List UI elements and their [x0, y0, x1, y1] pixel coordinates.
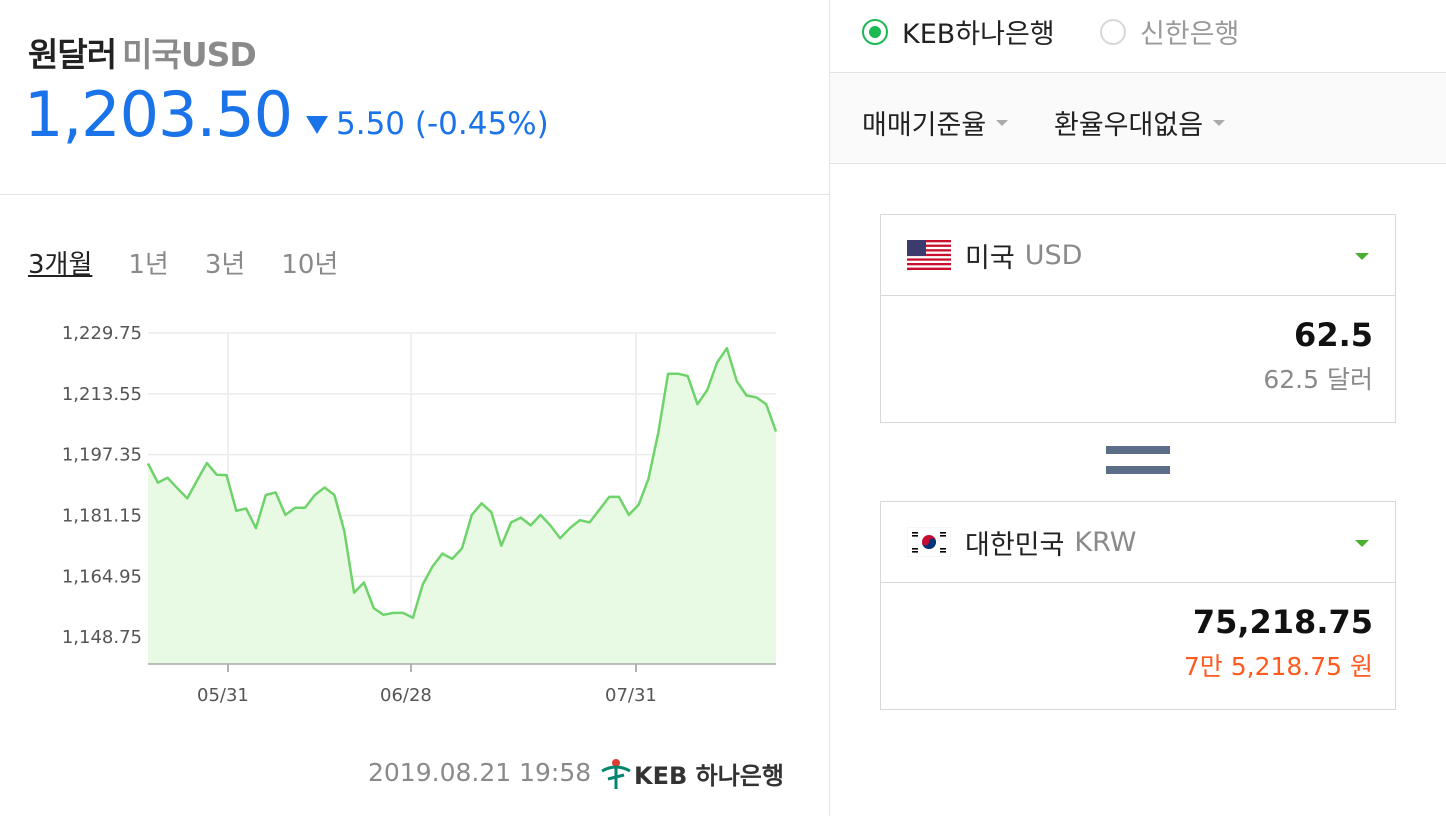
rate-type-select[interactable]: 매매기준율 — [862, 103, 1009, 142]
y-tick-label: 1,148.75 — [62, 627, 142, 648]
rate-options: 매매기준율 환율우대없음 — [830, 73, 1446, 164]
y-tick-label: 1,181.15 — [62, 505, 142, 526]
hana-logo-icon — [601, 758, 631, 789]
from-country: 미국 — [965, 242, 1015, 274]
update-timestamp: 2019.08.21 19:58 — [368, 758, 592, 787]
to-amount-input[interactable]: 75,218.75 — [881, 583, 1395, 641]
radio-unchecked-icon — [1100, 18, 1126, 45]
to-currency-box: 대한민국 KRW 75,218.75 7만 5,218.75 원 — [880, 501, 1396, 710]
from-code: USD — [1024, 239, 1083, 271]
divider — [0, 194, 829, 195]
x-tick-label: 07/31 — [605, 685, 657, 706]
radio-checked-icon — [862, 18, 888, 45]
caret-down-icon — [1355, 253, 1369, 260]
x-tick-label: 06/28 — [380, 685, 432, 706]
radio-bank-keb[interactable]: KEB하나은행 — [862, 12, 1055, 51]
y-tick-label: 1,213.55 — [62, 384, 142, 405]
to-code: KRW — [1074, 526, 1137, 558]
radio-bank-shinhan-label: 신한은행 — [1140, 19, 1240, 50]
tab-3-months[interactable]: 3개월 — [28, 244, 92, 281]
current-rate: 1,203.50 — [24, 78, 293, 151]
page-title-main: 원달러 — [28, 35, 117, 74]
to-currency-select[interactable]: 대한민국 KRW — [881, 502, 1395, 583]
radio-bank-keb-label: KEB하나은행 — [902, 19, 1055, 50]
page-title: 원달러 미국USD — [28, 28, 257, 76]
page-title-sub: 미국USD — [122, 35, 257, 74]
to-amount-text: 7만 5,218.75 원 — [1183, 652, 1373, 681]
x-tick-label: 05/31 — [197, 685, 249, 706]
radio-bank-shinhan[interactable]: 신한은행 — [1100, 12, 1239, 51]
from-amount-input[interactable]: 62.5 — [881, 296, 1395, 354]
rate-change: 5.50 (-0.45%) — [306, 106, 549, 142]
bank-logo: KEB 하나은행 — [598, 756, 784, 791]
from-currency-select[interactable]: 미국 USD — [881, 215, 1395, 296]
rate-type-label: 매매기준율 — [862, 110, 987, 141]
bank-selector: KEB하나은행 신한은행 — [830, 0, 1446, 73]
exchange-rate-panel: 원달러 미국USD 1,203.50 5.50 (-0.45%) 3개월 1년 3년 1… — [0, 0, 830, 816]
preference-label: 환율우대없음 — [1054, 110, 1204, 141]
rate-chart: 1,229.75 1,213.55 1,197.35 1,181.15 1,164.95… — [62, 323, 778, 706]
us-flag-icon — [907, 240, 951, 270]
kr-flag-icon — [907, 527, 951, 557]
tab-10-years[interactable]: 10년 — [281, 244, 338, 281]
tab-3-years[interactable]: 3년 — [205, 244, 245, 281]
caret-down-icon — [996, 119, 1009, 126]
caret-down-icon — [1355, 540, 1369, 547]
rate-change-value: 5.50 (-0.45%) — [336, 106, 549, 142]
tab-1-year[interactable]: 1년 — [128, 244, 168, 281]
period-tabs: 3개월 1년 3년 10년 — [28, 244, 374, 281]
y-tick-label: 1,164.95 — [62, 566, 142, 587]
caret-down-icon — [1213, 119, 1226, 126]
to-country: 대한민국 — [965, 529, 1065, 561]
preference-select[interactable]: 환율우대없음 — [1054, 103, 1226, 142]
from-amount-text: 62.5 달러 — [1263, 365, 1373, 394]
chart-area-fill — [148, 348, 776, 664]
bank-logo-text: KEB 하나은행 — [634, 762, 784, 790]
from-currency-box: 미국 USD 62.5 62.5 달러 — [880, 214, 1396, 423]
down-arrow-icon — [306, 115, 328, 134]
y-tick-label: 1,197.35 — [62, 445, 142, 466]
y-tick-label: 1,229.75 — [62, 323, 142, 344]
equals-icon — [1106, 446, 1170, 476]
